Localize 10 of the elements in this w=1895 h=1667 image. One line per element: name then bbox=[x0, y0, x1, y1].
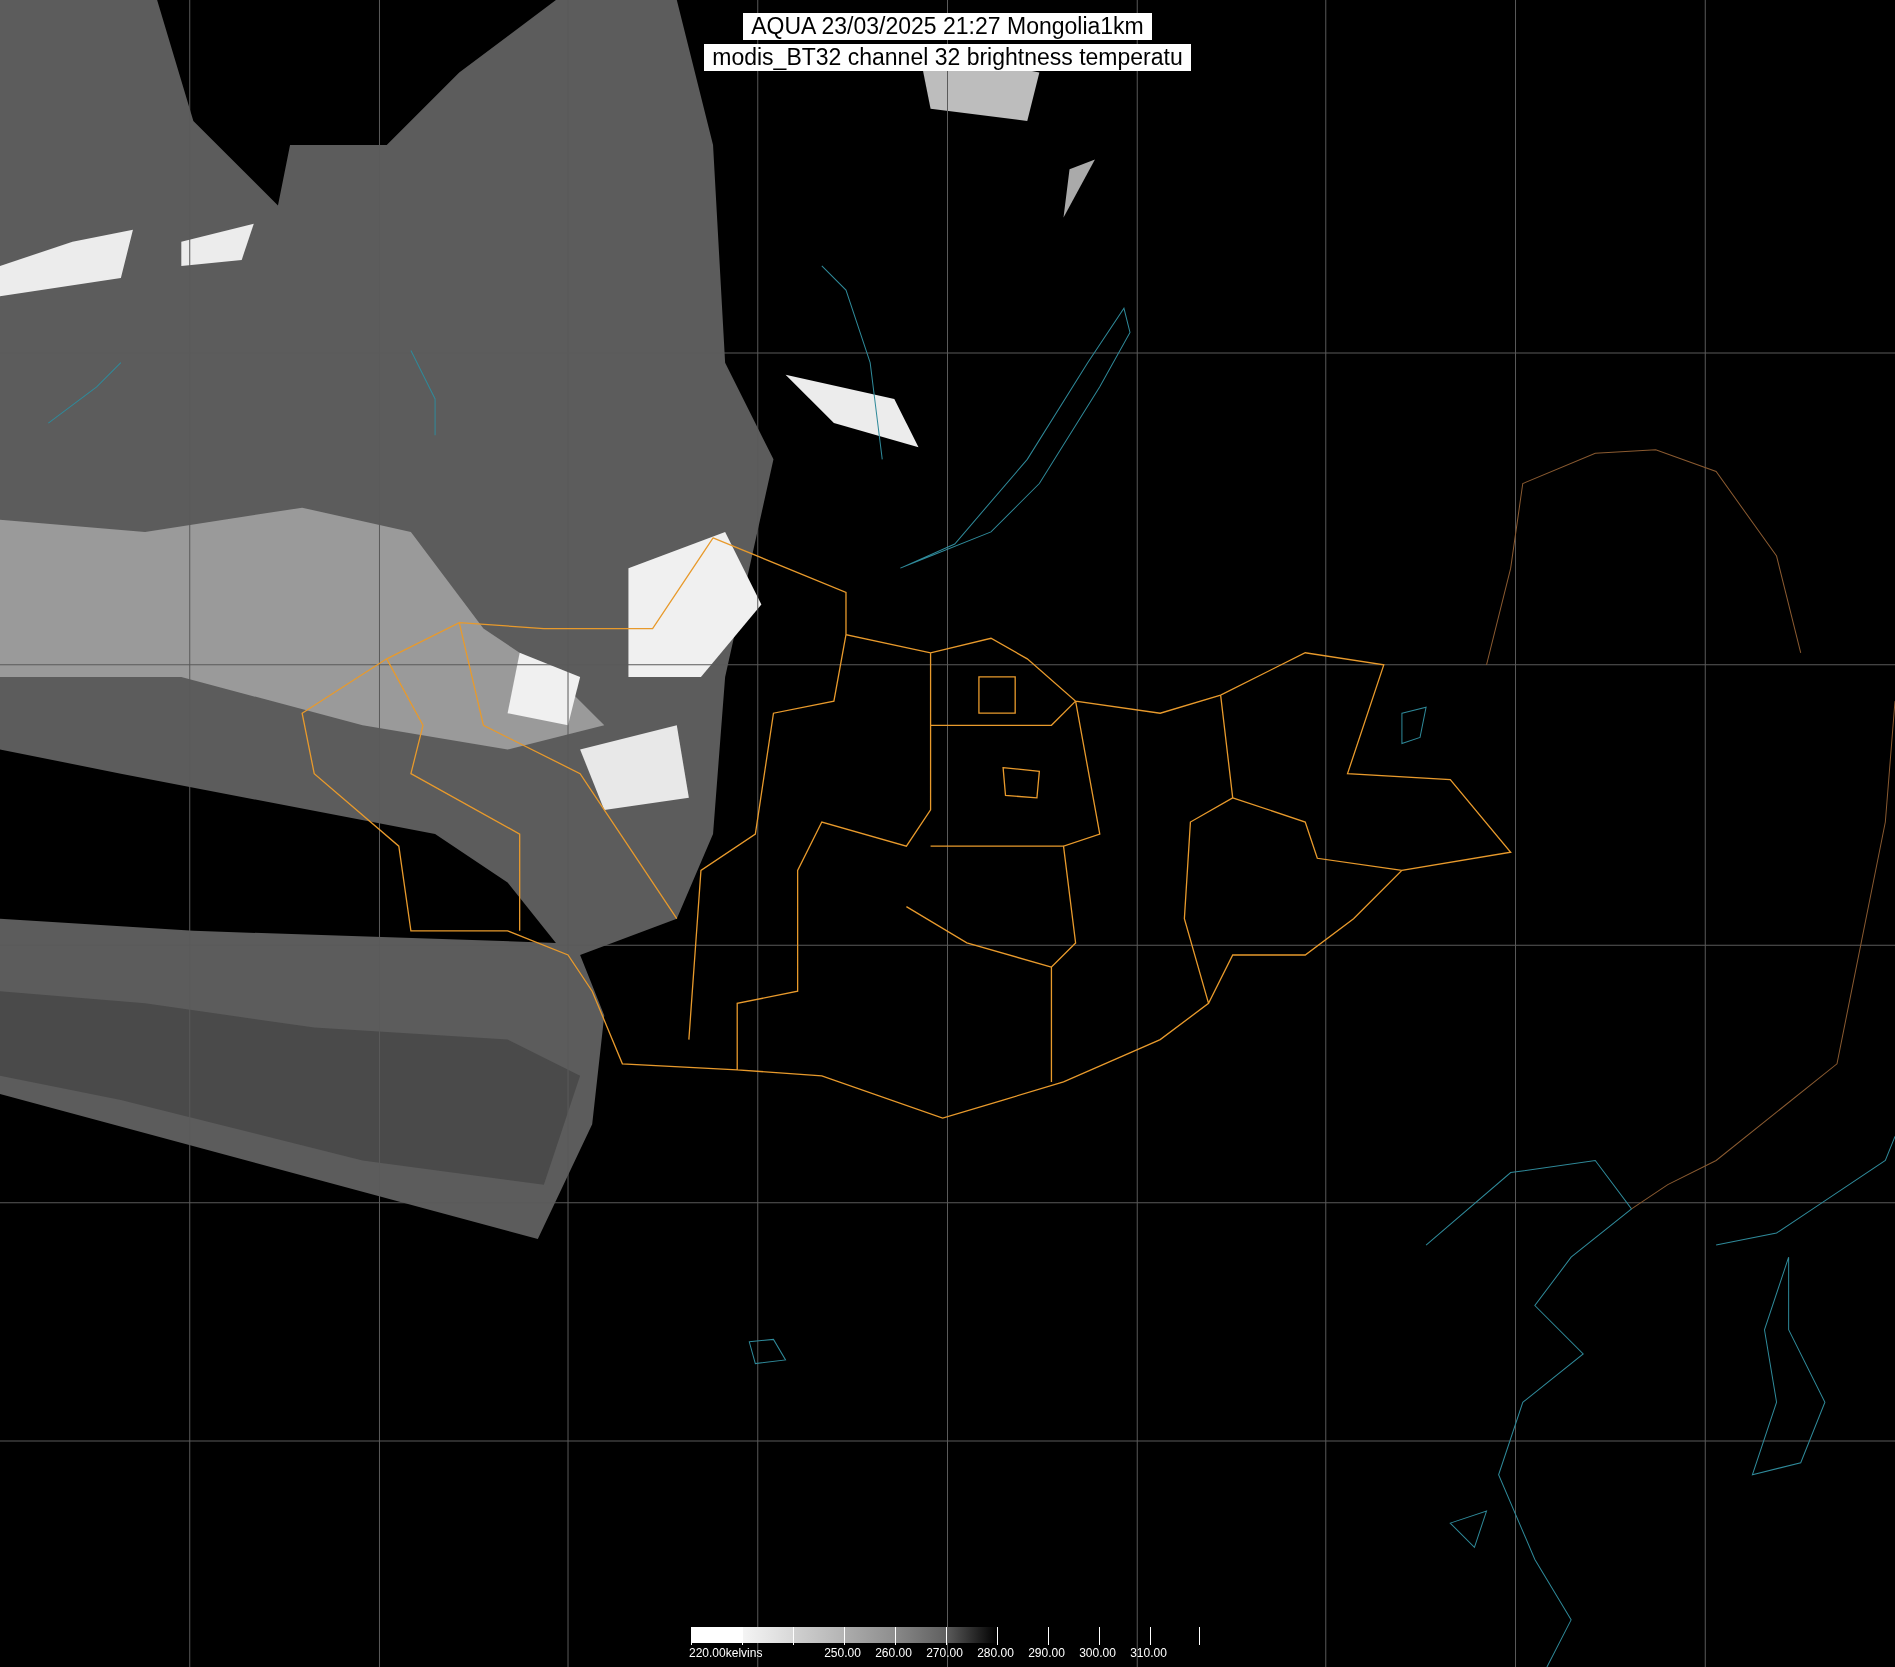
colorbar-label: 280.00 bbox=[976, 1646, 1015, 1660]
colorbar-label: 300.00 bbox=[1078, 1646, 1117, 1660]
colorbar-label: 220.00kelvins bbox=[689, 1646, 764, 1660]
colorbar-label: 290.00 bbox=[1027, 1646, 1066, 1660]
colorbar-label: 310.00 bbox=[1129, 1646, 1168, 1660]
map-title: modis_BT32 channel 32 brightness temperatu bbox=[704, 44, 1191, 71]
colorbar-label: 250.00 bbox=[823, 1646, 862, 1660]
colorbar-label: 270.00 bbox=[925, 1646, 964, 1660]
map-title: AQUA 23/03/2025 21:27 Mongolia1km bbox=[743, 13, 1152, 40]
colorbar-label: 260.00 bbox=[874, 1646, 913, 1660]
